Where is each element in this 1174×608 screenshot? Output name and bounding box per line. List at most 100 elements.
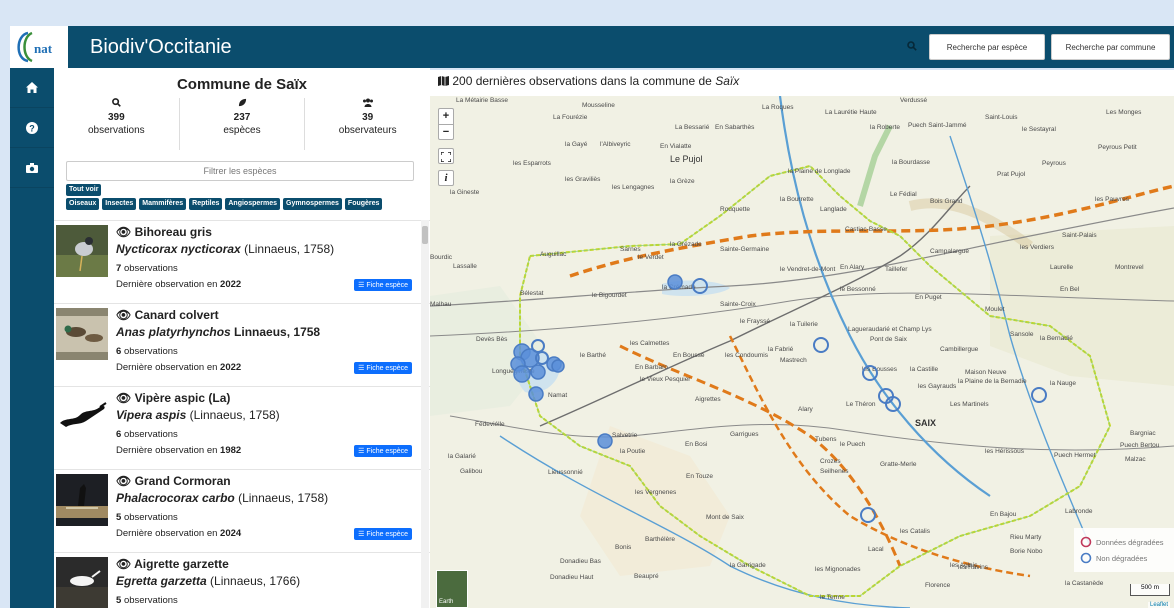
eye-icon[interactable]: 👁 — [116, 225, 131, 239]
observation-marker — [860, 507, 876, 523]
logo[interactable]: nat — [10, 26, 68, 68]
legend-degraded: Données dégradées — [1080, 536, 1174, 548]
species-obs-count: 6 observations — [116, 346, 178, 357]
species-list-scrollbar[interactable] — [421, 220, 429, 608]
filter-angiosperms-button[interactable]: Angiospermes — [225, 198, 280, 210]
filter-all-button[interactable]: Tout voir — [66, 184, 102, 196]
species-obs-count: 6 observations — [116, 429, 178, 440]
eye-icon[interactable]: 👁 — [116, 308, 131, 322]
info-icon[interactable]: i — [438, 170, 454, 186]
species-name-row: 👁 Vipère aspic (La) — [116, 391, 230, 405]
browser-top-strip — [0, 0, 1174, 26]
observation-marker — [813, 337, 829, 353]
left-sidebar: ? — [10, 68, 54, 608]
stat-value: 399 — [107, 112, 125, 123]
search-icon[interactable] — [907, 40, 917, 54]
eye-icon[interactable]: 👁 — [116, 474, 131, 488]
map-canvas[interactable]: La Métairie Basse Mousseline La Roques La L… — [430, 96, 1174, 608]
map-icon — [438, 74, 452, 88]
species-name-row: 👁 Aigrette garzette — [116, 557, 229, 571]
species-name-row: 👁 Canard colvert — [116, 308, 219, 322]
stat-species: 237 espèces — [178, 98, 305, 150]
filter-birds-button[interactable]: Oiseaux — [66, 198, 100, 210]
logo-mark-icon: nat — [17, 31, 53, 63]
observation-marker — [1031, 387, 1047, 403]
species-sci-name: Nycticorax nycticorax — [116, 242, 241, 256]
fullscreen-icon[interactable] — [438, 148, 454, 164]
species-panel: Commune de Saïx 399 observations 237 esp… — [54, 68, 430, 608]
species-sheet-button[interactable]: ☰ Fiche espèce — [354, 528, 412, 540]
zoom-in-button[interactable]: + — [439, 109, 453, 125]
species-scientific: Anas platyrhynchos Linnaeus, 1758 — [116, 325, 320, 339]
logo-text: nat — [34, 41, 53, 56]
species-silhouette — [56, 391, 108, 443]
filter-ferns-button[interactable]: Fougères — [344, 198, 383, 210]
legend-not-degraded-icon — [1080, 552, 1092, 564]
species-last-obs: Dernière observation en 1982 — [116, 445, 242, 456]
search-commune-input[interactable]: Recherche par commune — [1051, 34, 1170, 60]
species-filter-input[interactable]: Filtrer les espèces — [66, 161, 414, 181]
map-title: 200 dernières observations dans la commu… — [430, 70, 1174, 96]
filter-reptiles-button[interactable]: Reptiles — [189, 198, 223, 210]
species-scientific: Phalacrocorax carbo (Linnaeus, 1758) — [116, 491, 328, 505]
eye-icon[interactable]: 👁 — [116, 391, 131, 405]
list-item[interactable]: 👁 Aigrette garzette Egretta garzetta (Li… — [54, 552, 430, 608]
stat-label: observateurs — [338, 125, 397, 136]
home-icon[interactable] — [10, 68, 54, 108]
stat-label: espèces — [223, 125, 261, 136]
species-name: Canard colvert — [134, 308, 219, 322]
observation-marker — [862, 365, 878, 381]
species-name: Aigrette garzette — [134, 557, 229, 571]
observation-marker — [528, 386, 544, 402]
species-sheet-button[interactable]: ☰ Fiche espèce — [354, 279, 412, 291]
species-author: (Linnaeus, 1766) — [210, 574, 301, 588]
observation-marker — [597, 433, 613, 449]
navbar: nat Biodiv'Occitanie Recherche par espèc… — [10, 26, 1174, 68]
layer-label: Earth — [439, 599, 454, 605]
species-author: (Linnaeus, 1758) — [189, 408, 280, 422]
observation-marker — [551, 359, 565, 373]
species-scientific: Vipera aspis (Linnaeus, 1758) — [116, 408, 280, 422]
species-sheet-button[interactable]: ☰ Fiche espèce — [354, 362, 412, 374]
zoom-control: + − — [438, 108, 454, 140]
stat-label: observations — [87, 125, 145, 136]
filter-gymnosperms-button[interactable]: Gymnospermes — [283, 198, 342, 210]
filter-insects-button[interactable]: Insectes — [102, 198, 137, 210]
zoom-out-button[interactable]: − — [439, 125, 453, 140]
camera-icon[interactable] — [10, 148, 54, 188]
map-title-commune: Saïx — [715, 74, 740, 88]
legend-not-degraded: Non dégradées — [1080, 552, 1174, 564]
eye-icon[interactable]: 👁 — [116, 557, 131, 571]
species-last-obs: Dernière observation en 2024 — [116, 528, 242, 539]
layer-switcher[interactable]: Earth — [436, 570, 468, 608]
stat-value: 39 — [362, 112, 374, 123]
species-list: 👁 Bihoreau gris Nycticorax nycticorax (L… — [54, 220, 430, 608]
list-item[interactable]: 👁 Canard colvert Anas platyrhynchos Linn… — [54, 303, 430, 386]
species-author: Linnaeus, 1758 — [234, 325, 321, 339]
species-last-obs: Dernière observation en 2022 — [116, 362, 242, 373]
filter-mammals-button[interactable]: Mammifères — [139, 198, 187, 210]
species-photo — [56, 474, 108, 526]
species-photo — [56, 308, 108, 360]
list-item[interactable]: 👁 Vipère aspic (La) Vipera aspis (Linnae… — [54, 386, 430, 469]
species-obs-count: 7 observations — [116, 263, 178, 274]
leaflet-attribution[interactable]: Leaflet — [1147, 602, 1170, 608]
help-icon[interactable]: ? — [10, 108, 54, 148]
commune-stats: 399 observations 237 espèces 39 observat… — [54, 98, 430, 150]
species-name-row: 👁 Bihoreau gris — [116, 225, 212, 239]
species-name: Grand Cormoran — [134, 474, 231, 488]
species-obs-count: 5 observations — [116, 595, 178, 606]
observation-marker — [530, 364, 546, 380]
list-item[interactable]: 👁 Grand Cormoran Phalacrocorax carbo (Li… — [54, 469, 430, 552]
app-brand[interactable]: Biodiv'Occitanie — [90, 36, 232, 59]
species-sci-name: Phalacrocorax carbo — [116, 491, 235, 505]
list-item[interactable]: 👁 Bihoreau gris Nycticorax nycticorax (L… — [54, 220, 430, 303]
users-icon — [305, 98, 430, 110]
species-sci-name: Vipera aspis — [116, 408, 187, 422]
scrollbar-thumb[interactable] — [422, 226, 428, 244]
svg-text:?: ? — [29, 123, 35, 133]
species-name: Bihoreau gris — [134, 225, 212, 239]
observation-markers — [510, 274, 1047, 523]
species-sheet-button[interactable]: ☰ Fiche espèce — [354, 445, 412, 457]
search-species-input[interactable]: Recherche par espèce — [929, 34, 1045, 60]
